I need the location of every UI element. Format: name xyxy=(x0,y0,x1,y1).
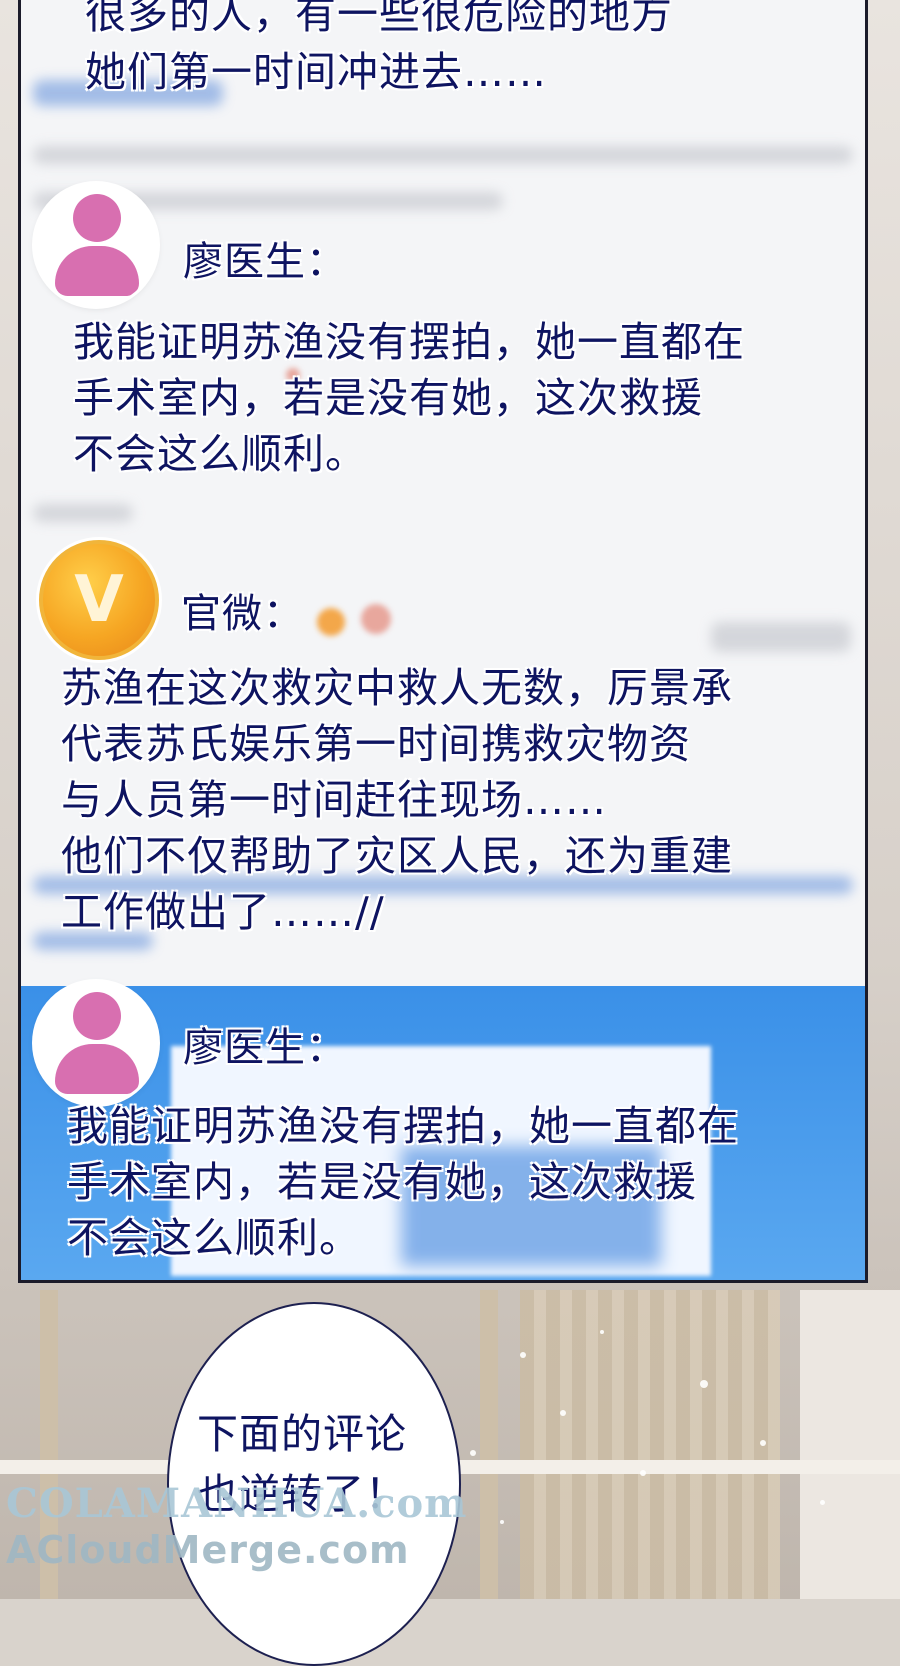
blurred-emoji xyxy=(361,604,391,634)
comment-text-line: 手术室内，若是没有她，这次救援 xyxy=(73,374,703,422)
sparkle xyxy=(640,1470,646,1476)
background-post xyxy=(480,1290,498,1599)
comment-text-line: 与人员第一时间赶往现场…… xyxy=(61,776,607,824)
post-text-line: 她们第一时间冲进去…… xyxy=(85,48,547,96)
commenter-name: 廖医生： xyxy=(183,1025,347,1071)
blurred-text-row xyxy=(33,146,853,164)
comment-text-line: 他们不仅帮助了灾区人民，还为重建 xyxy=(61,832,733,880)
sparkle xyxy=(600,1330,604,1334)
user-avatar-icon[interactable] xyxy=(35,982,157,1104)
avatar-head xyxy=(73,194,121,242)
sparkle xyxy=(820,1500,825,1505)
commenter-name: 官微： xyxy=(181,591,304,637)
comment-text-line: 工作做出了……// xyxy=(61,888,385,936)
post-text-line: 很多的人，有一些很危险的地方 xyxy=(85,0,673,38)
comment-text-line: 不会这么顺利。 xyxy=(67,1214,361,1262)
sparkle xyxy=(470,1450,476,1456)
sparkle xyxy=(700,1380,708,1388)
background-wall xyxy=(800,1290,900,1599)
sparkle xyxy=(560,1410,566,1416)
comment-text-line: 代表苏氏娱乐第一时间携救灾物资 xyxy=(61,720,691,768)
blurred-follow-button xyxy=(711,622,851,652)
avatar-body xyxy=(55,246,139,296)
comment-text-line: 我能证明苏渔没有摆拍，她一直都在 xyxy=(73,318,745,366)
sparkle xyxy=(500,1520,504,1524)
verified-badge-letter: V xyxy=(74,563,124,637)
avatar-body xyxy=(55,1044,139,1094)
blurred-text-row xyxy=(33,504,133,522)
commenter-name: 廖医生： xyxy=(183,239,347,285)
avatar-head xyxy=(73,992,121,1040)
sparkle xyxy=(520,1352,526,1358)
comment-text-line: 苏渔在这次救灾中救人无数，厉景承 xyxy=(61,664,733,712)
background-curtain xyxy=(520,1290,780,1599)
comment-text-line: 手术室内，若是没有她，这次救援 xyxy=(67,1158,697,1206)
phone-screen-frame: 很多的人，有一些很危险的地方 她们第一时间冲进去…… 廖医生： 我能证明苏渔没有… xyxy=(18,0,868,1283)
speech-bubble-line: 下面的评论 xyxy=(197,1410,407,1458)
comment-text-line: 我能证明苏渔没有摆拍，她一直都在 xyxy=(67,1102,739,1150)
comment-text-line: 不会这么顺利。 xyxy=(73,430,367,478)
watermark-colamanhua: COLAMANHUA.com xyxy=(6,1480,468,1527)
blurred-emoji xyxy=(317,608,345,636)
sparkle xyxy=(760,1440,766,1446)
user-avatar-icon[interactable] xyxy=(35,184,157,306)
watermark-acloudmerge: ACloudMerge.com xyxy=(6,1528,410,1572)
verified-v-badge-icon[interactable]: V xyxy=(39,540,159,660)
